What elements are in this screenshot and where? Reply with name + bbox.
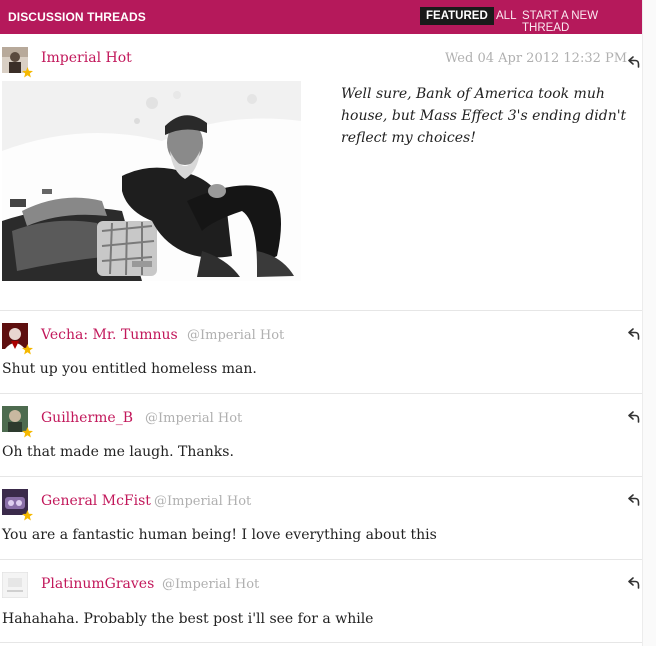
start-new-thread-link[interactable]: START A NEW THREAD	[522, 10, 642, 34]
post-text: Well sure, Bank of America took muh hous…	[341, 86, 627, 146]
star-icon	[22, 340, 33, 355]
reply-text: Shut up you entitled homeless man.	[2, 361, 257, 377]
post-date: Wed 04 Apr 2012 12:32 PM	[445, 51, 628, 66]
header-title: DISCUSSION THREADS	[8, 10, 146, 24]
star-icon	[22, 423, 33, 438]
author-name[interactable]: Vecha: Mr. Tumnus	[41, 327, 178, 343]
reply-text: You are a fantastic human being! I love …	[2, 527, 437, 543]
divider	[0, 642, 642, 643]
star-icon	[22, 63, 33, 78]
reply-arrow-icon[interactable]	[628, 408, 640, 423]
reply-arrow-icon[interactable]	[628, 574, 640, 589]
scrollbar[interactable]	[642, 0, 656, 646]
divider	[0, 310, 642, 311]
reply-arrow-icon[interactable]	[628, 491, 640, 506]
author-name[interactable]: PlatinumGraves	[41, 576, 154, 592]
reply-arrow-icon[interactable]	[628, 53, 640, 68]
tab-featured[interactable]: FEATURED	[420, 7, 494, 25]
tab-all[interactable]: ALL	[496, 10, 516, 22]
author-name[interactable]: Imperial Hot	[41, 50, 132, 66]
post-image	[2, 81, 301, 281]
author-name[interactable]: General McFist	[41, 493, 151, 509]
mention[interactable]: @Imperial Hot	[162, 577, 259, 592]
reply-arrow-icon[interactable]	[628, 325, 640, 340]
divider	[0, 393, 642, 394]
discussion-threads-header: DISCUSSION THREADS FEATURED ALL START A …	[0, 0, 642, 34]
divider	[0, 559, 642, 560]
reply-text: Oh that made me laugh. Thanks.	[2, 444, 234, 460]
author-name[interactable]: Guilherme_B	[41, 410, 133, 426]
mention[interactable]: @Imperial Hot	[187, 328, 284, 343]
avatar[interactable]	[1, 571, 29, 599]
star-icon	[22, 506, 33, 521]
mention[interactable]: @Imperial Hot	[145, 411, 242, 426]
reply-text: Hahahaha. Probably the best post i'll se…	[2, 611, 374, 627]
divider	[0, 476, 642, 477]
mention[interactable]: @Imperial Hot	[154, 494, 251, 509]
